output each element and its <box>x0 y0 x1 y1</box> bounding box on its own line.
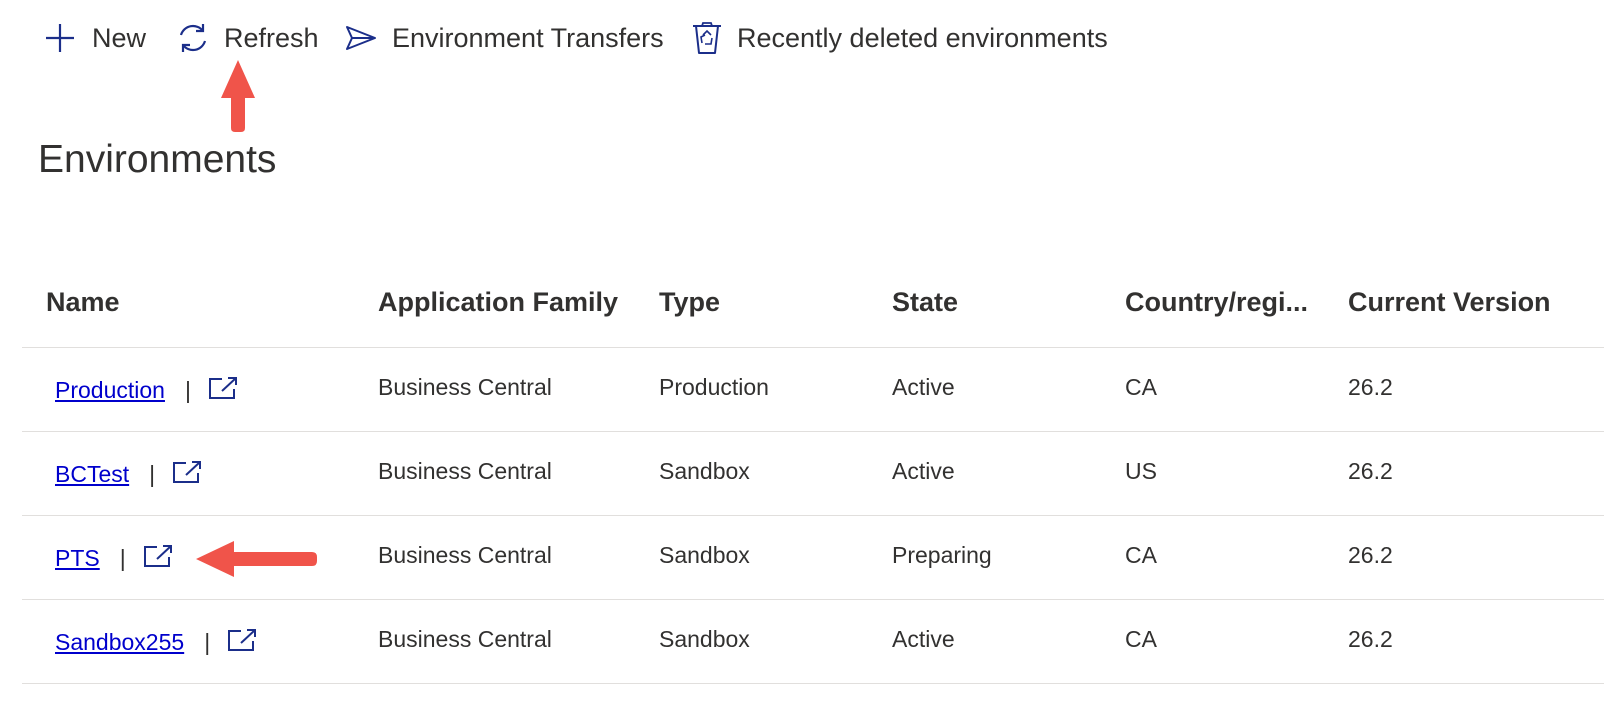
recycle-bin-icon <box>691 21 723 55</box>
state-cell: Active <box>892 626 955 652</box>
open-in-new-window-icon[interactable] <box>208 376 238 405</box>
state-cell: Active <box>892 374 955 400</box>
name-cell: BCTest | <box>55 460 202 489</box>
table-row: Sandbox255 | Business Central Sandbox Ac… <box>22 600 1604 684</box>
type-cell: Sandbox <box>659 542 750 568</box>
type-cell: Sandbox <box>659 626 750 652</box>
new-button[interactable]: New <box>44 16 146 60</box>
state-cell: Active <box>892 458 955 484</box>
application-family-cell: Business Central <box>378 458 552 484</box>
country-cell: CA <box>1125 626 1157 652</box>
refresh-label: Refresh <box>224 22 319 53</box>
recently-deleted-label: Recently deleted environments <box>737 22 1108 53</box>
application-family-cell: Business Central <box>378 374 552 400</box>
column-header-state[interactable]: State <box>892 287 958 318</box>
page-title: Environments <box>38 138 277 181</box>
type-cell: Production <box>659 374 769 400</box>
table-header: Name Application Family Type State Count… <box>22 264 1604 348</box>
environments-table: Name Application Family Type State Count… <box>22 264 1604 684</box>
open-in-new-window-icon[interactable] <box>227 628 257 657</box>
name-cell: Production | <box>55 376 238 405</box>
new-label: New <box>92 22 147 53</box>
application-family-cell: Business Central <box>378 626 552 652</box>
country-cell: US <box>1125 458 1157 484</box>
version-cell: 26.2 <box>1348 458 1393 484</box>
environment-transfers-button[interactable]: Environment Transfers <box>345 16 664 60</box>
country-cell: CA <box>1125 374 1157 400</box>
refresh-button[interactable]: Refresh <box>176 16 319 60</box>
name-cell: PTS | <box>55 544 173 573</box>
environment-link[interactable]: Sandbox255 <box>55 629 184 656</box>
environment-link[interactable]: PTS <box>55 545 100 572</box>
column-header-type[interactable]: Type <box>659 287 720 318</box>
table-row: Production | Business Central Production… <box>22 348 1604 432</box>
environments-page: New Refresh Environment Transfers Recent… <box>0 0 1604 714</box>
refresh-icon <box>176 21 210 55</box>
separator: | <box>119 545 126 571</box>
type-cell: Sandbox <box>659 458 750 484</box>
open-in-new-window-icon[interactable] <box>172 460 202 489</box>
version-cell: 26.2 <box>1348 626 1393 652</box>
column-header-application-family[interactable]: Application Family <box>378 287 618 318</box>
table-row: BCTest | Business Central Sandbox Active… <box>22 432 1604 516</box>
column-header-country-region[interactable]: Country/regi... <box>1125 287 1308 318</box>
country-cell: CA <box>1125 542 1157 568</box>
annotation-arrow-left <box>194 538 320 585</box>
column-header-name[interactable]: Name <box>46 287 120 318</box>
separator: | <box>149 461 156 487</box>
version-cell: 26.2 <box>1348 542 1393 568</box>
column-header-current-version[interactable]: Current Version <box>1348 287 1551 318</box>
application-family-cell: Business Central <box>378 542 552 568</box>
environment-link[interactable]: Production <box>55 377 165 404</box>
send-icon <box>345 25 377 51</box>
open-in-new-window-icon[interactable] <box>143 544 173 573</box>
environment-transfers-label: Environment Transfers <box>392 22 664 53</box>
environment-link[interactable]: BCTest <box>55 461 129 488</box>
annotation-arrow-up <box>218 58 258 139</box>
plus-icon <box>44 22 76 54</box>
version-cell: 26.2 <box>1348 374 1393 400</box>
separator: | <box>184 377 191 403</box>
name-cell: Sandbox255 | <box>55 628 257 657</box>
state-cell: Preparing <box>892 542 992 568</box>
separator: | <box>204 629 211 655</box>
recently-deleted-button[interactable]: Recently deleted environments <box>691 16 1108 60</box>
